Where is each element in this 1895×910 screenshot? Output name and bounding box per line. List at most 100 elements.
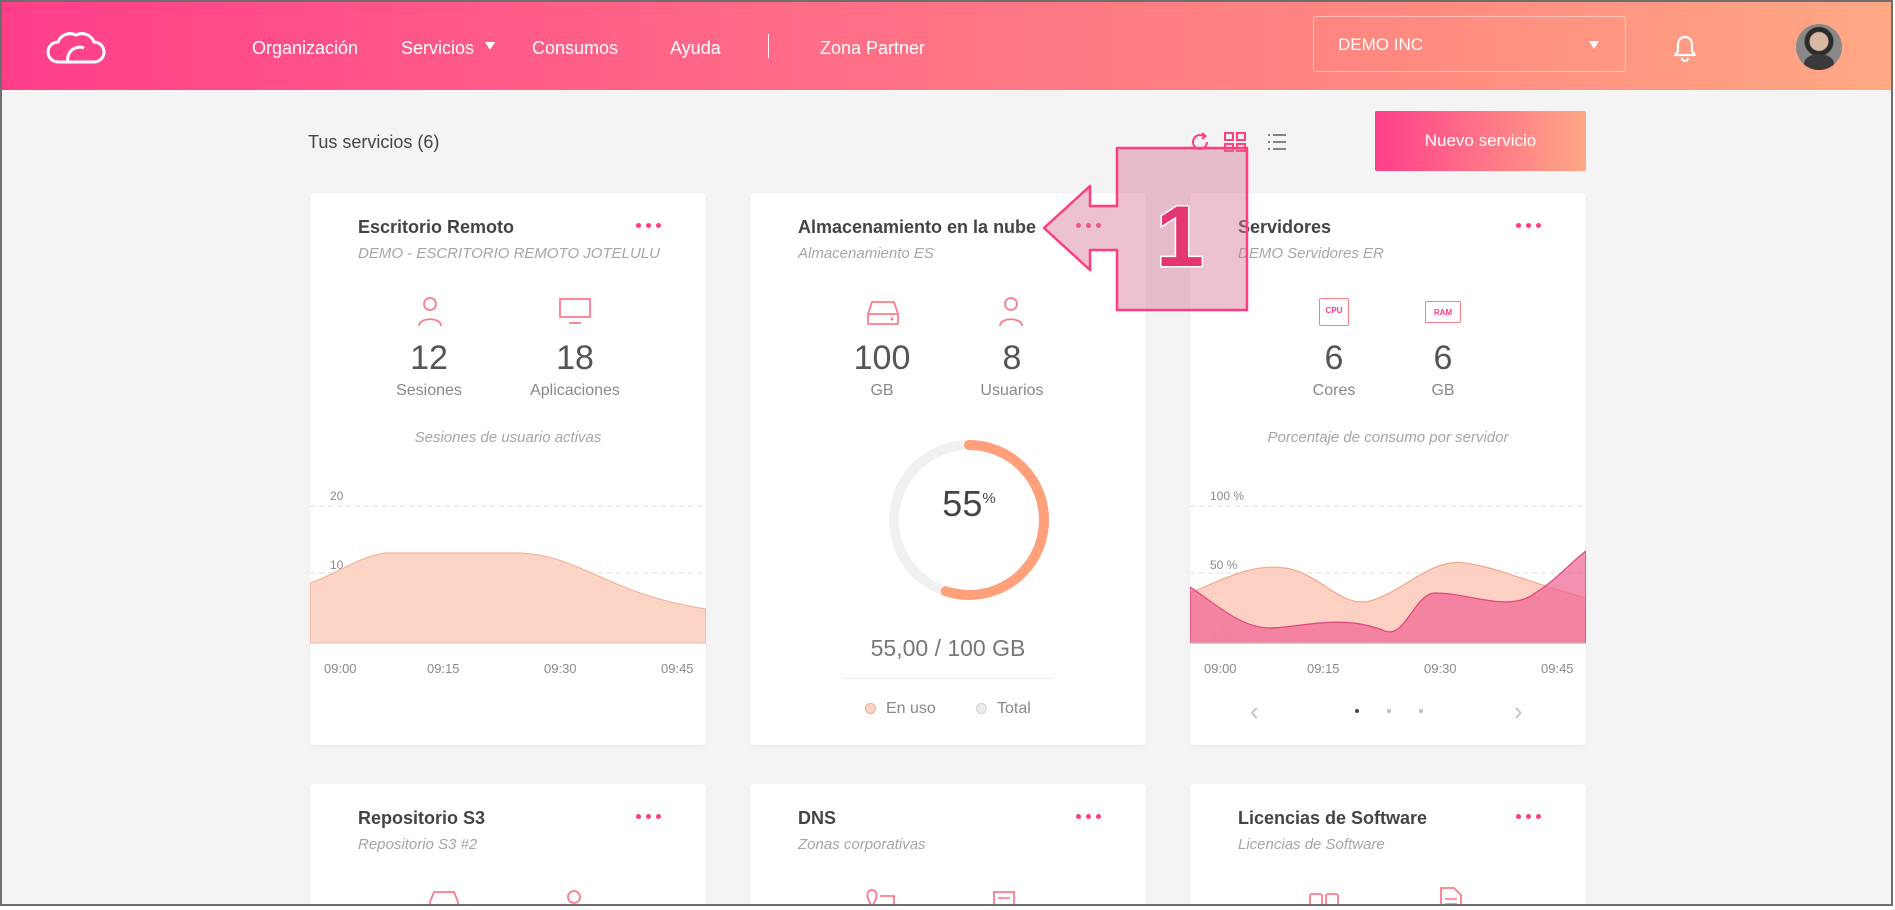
nav-ayuda[interactable]: Ayuda <box>670 38 721 59</box>
x-tick: 09:45 <box>1541 661 1574 676</box>
hard-drive-icon <box>867 301 899 325</box>
percent-value: 55 <box>942 483 983 524</box>
sessions-area <box>310 552 706 644</box>
stat-label: Sesiones <box>396 382 462 399</box>
card-subtitle: Zonas corporativas <box>798 836 926 853</box>
server-usage-chart <box>1190 505 1586 644</box>
stat-sessions: 12 Sesiones <box>359 339 499 400</box>
ram-icon-text: RAM <box>1433 308 1453 317</box>
sessions-area-chart <box>310 505 706 644</box>
user-icon <box>999 297 1023 327</box>
nav-organizacion[interactable]: Organización <box>252 38 358 59</box>
stat-value: 6 <box>1433 339 1453 377</box>
legend-in-use: En uso <box>865 700 936 718</box>
card-subtitle: Almacenamiento ES <box>798 245 934 262</box>
card-software-licenses[interactable]: Licencias de Software Licencias de Softw… <box>1190 784 1586 904</box>
legend-swatch <box>976 703 987 715</box>
carousel-dot[interactable] <box>1419 709 1423 713</box>
x-tick: 09:30 <box>1424 661 1457 676</box>
nav-servicios[interactable]: Servicios <box>401 38 474 59</box>
card-remote-desktop[interactable]: Escritorio Remoto DEMO - ESCRITORIO REMO… <box>310 193 706 745</box>
stat-value: 12 <box>410 339 448 377</box>
x-tick: 09:00 <box>1204 661 1237 676</box>
organization-selector-value: DEMO INC <box>1338 35 1423 54</box>
organization-selector[interactable]: DEMO INC <box>1313 16 1626 72</box>
card-subtitle: Repositorio S3 #2 <box>358 836 478 853</box>
divider <box>843 678 1053 679</box>
card-dns[interactable]: DNS Zonas corporativas <box>750 784 1146 904</box>
x-tick: 09:15 <box>427 661 460 676</box>
stat-label: GB <box>1431 382 1455 399</box>
card-s3-repository[interactable]: Repositorio S3 Repositorio S3 #2 <box>310 784 706 904</box>
document-icon <box>993 891 1015 904</box>
card-title: Escritorio Remoto <box>358 217 515 237</box>
x-tick: 09:30 <box>544 661 577 676</box>
tutorial-arrow-annotation: 1 <box>1042 146 1249 312</box>
storage-used-total: 55,00 / 100 GB <box>870 635 1026 661</box>
bell-icon[interactable] <box>1672 34 1698 62</box>
more-options-icon[interactable] <box>1516 221 1546 231</box>
top-navigation-bar: Organización Servicios Consumos Ayuda Zo… <box>2 2 1891 90</box>
stat-applications: 18 Aplicaciones <box>505 339 645 400</box>
more-options-icon[interactable] <box>636 221 666 231</box>
stat-value: 100 <box>853 339 911 377</box>
stat-label: GB <box>870 382 894 399</box>
cloud-logo-icon[interactable] <box>44 30 108 64</box>
legend-label: En uso <box>886 700 936 717</box>
chart-caption: Porcentaje de consumo por servidor <box>1267 429 1509 446</box>
nav-consumos[interactable]: Consumos <box>532 38 618 59</box>
more-options-icon[interactable] <box>1516 812 1546 822</box>
stat-value: 18 <box>556 339 594 377</box>
legend-swatch <box>865 703 876 715</box>
card-subtitle: DEMO Servidores ER <box>1238 245 1384 262</box>
legend-total: Total <box>976 700 1031 718</box>
new-service-button[interactable]: Nuevo servicio <box>1375 111 1586 171</box>
card-subtitle: DEMO - ESCRITORIO REMOTO JOTELULU <box>358 245 660 262</box>
stat-label: Aplicaciones <box>530 382 620 399</box>
card-subtitle: Licencias de Software <box>1238 836 1385 853</box>
card-title: DNS <box>798 808 837 828</box>
stat-memory: 6 GB <box>1373 339 1513 400</box>
chevron-right-icon[interactable]: › <box>1514 696 1523 727</box>
servicios-dropdown-caret-icon[interactable] <box>485 42 495 50</box>
carousel-dot[interactable] <box>1387 709 1391 713</box>
more-options-icon[interactable] <box>1076 812 1106 822</box>
location-pin-icon <box>866 889 895 904</box>
hard-drive-icon <box>429 891 459 904</box>
stat-label: Usuarios <box>980 382 1044 399</box>
y-tick: 100 % <box>1210 489 1245 503</box>
chevron-down-icon <box>1589 41 1599 49</box>
stat-value: 8 <box>1002 339 1022 377</box>
services-count-title: Tus servicios (6) <box>308 132 440 152</box>
legend-label: Total <box>997 700 1031 717</box>
cpu-icon-text: CPU <box>1325 306 1343 315</box>
nav-zona-partner[interactable]: Zona Partner <box>820 38 925 59</box>
user-avatar[interactable] <box>1796 24 1842 70</box>
x-tick: 09:15 <box>1307 661 1340 676</box>
x-tick: 09:00 <box>324 661 357 676</box>
user-icon <box>418 297 442 327</box>
percent-unit: % <box>982 490 996 507</box>
chevron-left-icon[interactable]: ‹ <box>1250 696 1259 727</box>
annotation-step-number: 1 <box>1156 189 1204 285</box>
y-tick: 20 <box>330 489 344 503</box>
monitor-icon <box>559 298 591 324</box>
stat-storage-size: 100 GB <box>812 339 952 400</box>
carousel-dot-active[interactable] <box>1355 709 1359 713</box>
x-tick: 09:45 <box>661 661 694 676</box>
card-title: Licencias de Software <box>1238 808 1428 828</box>
app-window: Organización Servicios Consumos Ayuda Zo… <box>0 0 1893 906</box>
card-title: Repositorio S3 <box>358 808 486 828</box>
cpu-icon: CPU <box>1319 298 1349 326</box>
user-icon <box>567 890 581 904</box>
more-options-icon[interactable] <box>636 812 666 822</box>
ram-icon: RAM <box>1425 301 1461 323</box>
storage-percent: 55% <box>919 483 1019 525</box>
list-view-icon[interactable] <box>1265 130 1289 154</box>
license-icon <box>1309 893 1339 904</box>
nav-separator <box>768 34 769 58</box>
file-icon <box>1440 887 1462 904</box>
card-title: Almacenamiento en la nube <box>798 217 1037 237</box>
stat-users: 8 Usuarios <box>942 339 1082 400</box>
chart-caption: Sesiones de usuario activas <box>414 429 602 446</box>
